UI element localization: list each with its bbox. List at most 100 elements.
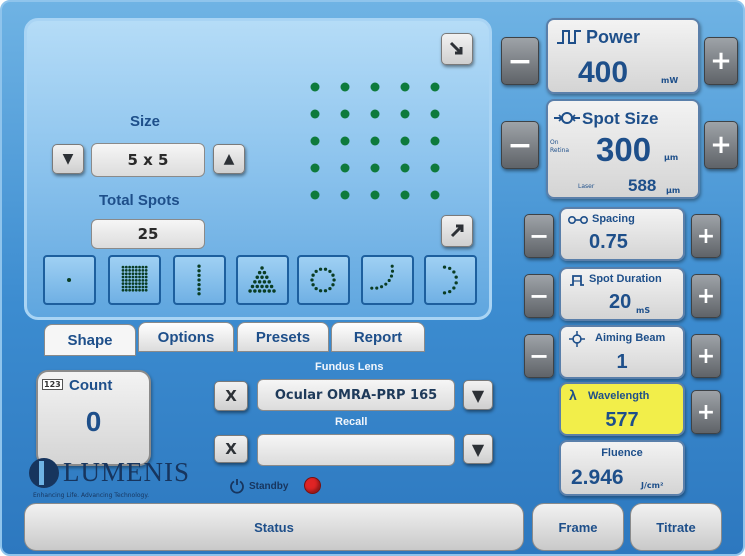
shape-single-spot-button[interactable] xyxy=(43,255,96,305)
pattern-spot xyxy=(340,109,350,119)
pattern-spot xyxy=(370,163,380,173)
fundus-lens-dropdown-button[interactable]: ▼ xyxy=(463,380,493,410)
counter-icon: 123 xyxy=(42,379,63,390)
aiming-beam-card: Aiming Beam 1 xyxy=(559,325,685,379)
pattern-spot xyxy=(310,163,320,173)
wavelength-card: λ Wavelength 577 xyxy=(559,382,685,436)
shape-circle-button[interactable] xyxy=(297,255,350,305)
pattern-spot xyxy=(430,136,440,146)
pattern-spot xyxy=(430,82,440,92)
size-decrease-button[interactable]: ▼ xyxy=(52,144,84,174)
spot-duration-value: 20 xyxy=(609,291,632,313)
pattern-spot xyxy=(370,82,380,92)
shape-triangle-button[interactable] xyxy=(236,255,289,305)
recall-field[interactable] xyxy=(257,434,455,466)
shape-square-grid-button[interactable] xyxy=(108,255,161,305)
fundus-lens-field[interactable]: Ocular OMRA-PRP 165 xyxy=(257,379,455,411)
shape-line-button[interactable] xyxy=(173,255,226,305)
aiming-beam-increase-button[interactable]: + xyxy=(691,334,721,378)
triangle-down-icon: ▼ xyxy=(62,151,74,167)
on-retina-label: On Retina xyxy=(550,139,570,154)
pulse-duration-icon xyxy=(570,275,584,286)
spot-duration-unit: mS xyxy=(636,306,651,315)
spot-size-value: 300 xyxy=(596,131,652,168)
triangle-up-icon: ▲ xyxy=(223,151,235,167)
pattern-spot xyxy=(400,190,410,200)
rotate-cw-button[interactable] xyxy=(441,33,473,65)
pattern-spot xyxy=(400,136,410,146)
pattern-spot xyxy=(310,136,320,146)
recall-clear-button[interactable]: X xyxy=(214,435,248,463)
pattern-spot xyxy=(400,163,410,173)
crosshair-icon xyxy=(569,331,585,347)
spot-duration-increase-button[interactable]: + xyxy=(691,274,721,318)
chevron-down-icon: ▼ xyxy=(471,385,485,405)
pattern-spot xyxy=(340,190,350,200)
spot-size-increase-button[interactable]: + xyxy=(704,121,738,169)
tab-presets[interactable]: Presets xyxy=(237,322,329,352)
line-icon xyxy=(197,264,201,296)
fundus-lens-clear-button[interactable]: X xyxy=(214,381,248,411)
wavelength-increase-button[interactable]: + xyxy=(691,390,721,434)
brand-name: LUMENIS xyxy=(63,457,190,487)
power-decrease-button[interactable]: − xyxy=(501,37,539,85)
shape-arc-button[interactable] xyxy=(361,255,414,305)
spacing-card: Spacing 0.75 xyxy=(559,207,685,261)
titrate-button[interactable]: Titrate xyxy=(630,503,722,551)
tab-report[interactable]: Report xyxy=(331,322,425,352)
pattern-panel: Size ▼ 5 x 5 ▲ Total Spots 25 xyxy=(24,18,492,320)
pattern-spot xyxy=(340,163,350,173)
pattern-spot xyxy=(310,82,320,92)
shape-semicircle-button[interactable] xyxy=(424,255,477,305)
count-panel: 123 Count 0 xyxy=(36,370,151,466)
pattern-spot xyxy=(340,136,350,146)
aiming-beam-decrease-button[interactable]: − xyxy=(524,334,554,378)
wavelength-title: Wavelength xyxy=(588,390,650,402)
power-title: Power xyxy=(586,27,641,47)
spot-duration-title: Spot Duration xyxy=(589,273,662,285)
fluence-value: 2.946 xyxy=(571,466,624,489)
tab-options[interactable]: Options xyxy=(138,322,234,352)
fundus-lens-label: Fundus Lens xyxy=(315,361,384,373)
total-spots-field: 25 xyxy=(91,219,205,249)
rotate-ccw-button[interactable] xyxy=(441,215,473,247)
laser-label: Laser xyxy=(578,183,595,190)
lumenis-logo-icon xyxy=(29,458,59,488)
spot-size-decrease-button[interactable]: − xyxy=(501,121,539,169)
pattern-spot xyxy=(430,163,440,173)
spacing-decrease-button[interactable]: − xyxy=(524,214,554,258)
size-increase-button[interactable]: ▲ xyxy=(213,144,245,174)
aiming-beam-value: 1 xyxy=(616,351,628,373)
fluence-card: Fluence 2.946 J/cm² xyxy=(559,440,685,496)
spot-duration-decrease-button[interactable]: − xyxy=(524,274,554,318)
power-unit: mW xyxy=(661,76,679,85)
standby-indicator xyxy=(304,477,321,494)
chevron-down-icon: ▼ xyxy=(471,439,485,459)
pattern-spot xyxy=(370,109,380,119)
laser-control-screen: Size ▼ 5 x 5 ▲ Total Spots 25 Shape Opti… xyxy=(0,0,745,556)
tab-shape[interactable]: Shape xyxy=(44,324,136,356)
pattern-spot xyxy=(310,190,320,200)
circle-icon xyxy=(310,267,336,293)
brand-tagline: Enhancing Life. Advancing Technology. xyxy=(33,492,149,499)
fluence-title: Fluence xyxy=(601,447,643,459)
frame-button[interactable]: Frame xyxy=(532,503,624,551)
lambda-icon: λ xyxy=(569,387,577,403)
pattern-spot xyxy=(400,82,410,92)
recall-label: Recall xyxy=(335,416,368,428)
power-increase-button[interactable]: + xyxy=(704,37,738,85)
square-grid-icon xyxy=(121,265,148,292)
status-button[interactable]: Status xyxy=(24,503,524,551)
size-label: Size xyxy=(130,113,161,130)
pattern-spot xyxy=(430,190,440,200)
power-card: Power 400 mW xyxy=(546,18,700,94)
pattern-spot xyxy=(310,109,320,119)
power-icon[interactable] xyxy=(229,478,245,494)
arrow-up-right-icon xyxy=(450,224,464,238)
size-value-field: 5 x 5 xyxy=(91,143,205,177)
laser-spot-value: 588 xyxy=(628,176,657,195)
recall-dropdown-button[interactable]: ▼ xyxy=(463,434,493,464)
pulse-icon xyxy=(557,30,581,44)
spacing-increase-button[interactable]: + xyxy=(691,214,721,258)
spot-size-card: Spot Size On Retina 300 μm Laser 588 μm xyxy=(546,99,700,199)
